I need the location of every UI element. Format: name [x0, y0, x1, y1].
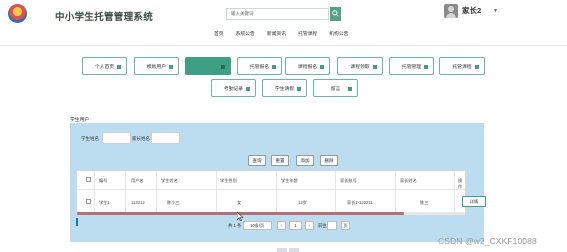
page-size-select[interactable]: 10条/页 — [243, 221, 272, 230]
table-header: 学生姓名 — [161, 178, 178, 183]
next-page-button[interactable]: › — [305, 221, 314, 230]
data-table: 编号 用户名 学生姓名 学生性别 学生年龄 家长账号 家长姓名 操作 学生1 1… — [76, 170, 466, 214]
menu-label: 托管报名 — [249, 64, 270, 70]
table-header: 操作 — [458, 178, 463, 189]
document-icon — [297, 87, 301, 91]
menu-label: 考勤记录 — [223, 86, 244, 92]
reset-button[interactable]: 重置 — [271, 155, 289, 166]
table-header: 家长姓名 — [400, 178, 417, 183]
avatar[interactable] — [444, 4, 458, 18]
site-title: 中小学生托管管理系统 — [55, 12, 154, 23]
col-divider — [395, 171, 396, 213]
nav-announcements[interactable]: 系统公告 — [236, 30, 255, 37]
logo — [8, 4, 27, 23]
menu-item-attendance[interactable]: 考勤记录 — [211, 79, 256, 97]
goto-suffix: 页 — [341, 221, 350, 230]
home-icon — [117, 65, 121, 69]
menu-item-care-signup[interactable]: 托管报名 — [237, 57, 282, 75]
row-checkbox[interactable] — [86, 199, 91, 204]
menu-label: 留言 — [330, 86, 341, 92]
table-header: 学生性别 — [220, 178, 237, 183]
form-icon — [320, 65, 324, 69]
bottom-scroll-right — [289, 248, 299, 252]
menu-label: 模板用户 — [146, 64, 167, 70]
menu-label: 课程报名 — [297, 64, 318, 70]
menu-item-course-signup[interactable]: 课程报名 — [285, 57, 330, 75]
breadcrumb: 学生用户 — [70, 118, 90, 123]
nav-org-notices[interactable]: 机构公告 — [329, 30, 348, 37]
goto-prefix: 前往 — [318, 223, 327, 228]
menu-label: 托管课程 — [452, 64, 472, 70]
page: 中小学生托管管理系统 输入关键词 家长2 ▼ 首页 系统公告 新闻资讯 托管课程… — [0, 0, 567, 252]
table-header: 用户名 — [131, 178, 144, 183]
cell-student-name: 陈小三 — [167, 200, 180, 205]
header-divider — [0, 45, 567, 46]
user-icon — [221, 65, 225, 69]
col-divider — [216, 171, 217, 213]
menu-label: 学生请假 — [274, 86, 295, 92]
parent-name-label: 家长姓名 — [132, 136, 150, 141]
student-name-label: 学生姓名 — [81, 136, 99, 141]
menu-item-care-courses[interactable]: 托管课程 — [439, 57, 485, 75]
cell-username: 112212 — [131, 200, 145, 205]
col-divider — [335, 171, 336, 213]
nav-home[interactable]: 首页 — [214, 30, 224, 37]
table-header: 编号 — [99, 178, 108, 183]
prev-page-button[interactable]: ‹ — [277, 221, 286, 230]
menu-item-messages[interactable]: 留言 — [313, 79, 358, 97]
menu-item-leave[interactable]: 学生请假 — [262, 79, 307, 97]
nav-news[interactable]: 新闻资讯 — [267, 30, 286, 37]
chevron-down-icon[interactable]: ▼ — [493, 8, 498, 14]
mouse-cursor-icon — [237, 212, 243, 221]
col-divider — [156, 171, 157, 213]
col-divider — [94, 171, 95, 213]
col-divider — [276, 171, 277, 213]
select-all-checkbox[interactable] — [86, 177, 91, 182]
cell-age: 12岁 — [298, 200, 307, 205]
col-divider — [125, 171, 126, 213]
current-page[interactable]: 1 — [289, 221, 302, 230]
add-button[interactable]: 添加 — [296, 155, 314, 166]
pager-total: 共 1 条 — [228, 223, 242, 228]
cell-gender: 女 — [237, 200, 242, 205]
cell-parent-account: 家长2-132211 — [347, 200, 373, 205]
table-header: 家长账号 — [340, 178, 357, 183]
calendar-icon — [246, 87, 250, 91]
book-icon — [373, 65, 377, 69]
goto-page-input[interactable] — [327, 221, 337, 230]
search-icon — [332, 10, 339, 17]
search-button[interactable] — [330, 7, 341, 21]
menu-label: 个人首页 — [94, 64, 115, 70]
menu-item-student-users[interactable] — [185, 57, 231, 75]
table-header: 学生年龄 — [281, 178, 298, 183]
bottom-scroll-left — [277, 248, 287, 252]
menu-item-care-management[interactable]: 托管管理 — [389, 57, 434, 75]
search-input[interactable]: 输入关键词 — [226, 8, 329, 20]
user-name[interactable]: 家长2 — [462, 5, 481, 16]
cell-parent-name: 陈三 — [420, 200, 429, 205]
form-icon — [272, 65, 276, 69]
panel-accent-mark — [76, 218, 78, 226]
search-action-button[interactable]: 查询 — [248, 155, 266, 166]
user-icon — [169, 65, 173, 69]
col-divider — [454, 171, 455, 213]
book-icon — [475, 65, 479, 69]
cell-id: 学生1 — [99, 200, 110, 205]
menu-item-template-users[interactable]: 模板用户 — [134, 57, 179, 75]
student-name-input[interactable] — [102, 132, 131, 144]
parent-name-input[interactable] — [151, 132, 180, 144]
header: 中小学生托管管理系统 输入关键词 家长2 ▼ 首页 系统公告 新闻资讯 托管课程… — [0, 0, 567, 46]
menu-item-personal-home[interactable]: 个人首页 — [82, 57, 127, 75]
menu-label: 托管管理 — [401, 64, 422, 70]
watermark: CSDN @w2_CXKF10088 — [438, 236, 537, 246]
detail-button[interactable]: 详情 — [462, 196, 486, 207]
top-nav: 首页 系统公告 新闻资讯 托管课程 机构公告 — [214, 30, 360, 37]
grid-icon — [424, 65, 428, 69]
message-icon — [348, 87, 352, 91]
menu-item-course-claim[interactable]: 课程领取 — [337, 57, 383, 75]
row-divider — [77, 189, 465, 190]
menu-label: 课程领取 — [350, 64, 370, 70]
delete-button[interactable]: 删除 — [320, 155, 338, 166]
nav-courses[interactable]: 托管课程 — [298, 30, 317, 37]
